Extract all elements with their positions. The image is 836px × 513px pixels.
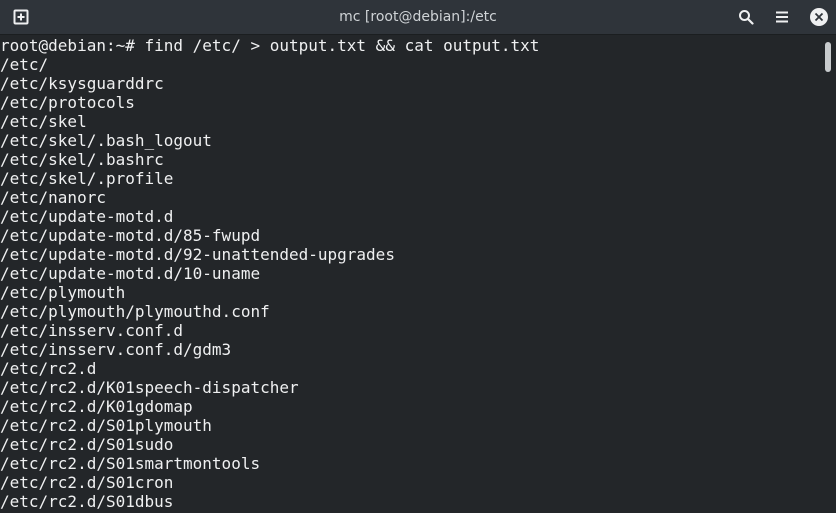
- output-line: /etc/: [0, 55, 49, 74]
- output-line: /etc/rc2.d/K01speech-dispatcher: [0, 378, 299, 397]
- output-line: /etc/nanorc: [0, 188, 106, 207]
- title-bar[interactable]: mc [root@debian]:/etc: [0, 0, 836, 35]
- output-line: /etc/rc2.d/S01dbus: [0, 492, 174, 511]
- scrollbar-thumb[interactable]: [825, 42, 831, 72]
- hamburger-menu-icon[interactable]: [771, 6, 793, 28]
- output-line: /etc/plymouth/plymouthd.conf: [0, 302, 270, 321]
- output-line: /etc/skel/.profile: [0, 169, 174, 188]
- output-line: /etc/rc2.d: [0, 359, 97, 378]
- output-line: /etc/update-motd.d/10-uname: [0, 264, 261, 283]
- window-title: mc [root@debian]:/etc: [339, 9, 497, 25]
- output-line: /etc/rc2.d/S01plymouth: [0, 416, 212, 435]
- close-icon[interactable]: [808, 6, 830, 28]
- output-line: /etc/update-motd.d/92-unattended-upgrade…: [0, 245, 395, 264]
- vertical-scrollbar[interactable]: [820, 36, 836, 513]
- output-line: /etc/update-motd.d/85-fwupd: [0, 226, 261, 245]
- output-line: /etc/plymouth: [0, 283, 126, 302]
- output-line: /etc/rc2.d/S01smartmontools: [0, 454, 261, 473]
- output-line: /etc/skel: [0, 112, 87, 131]
- output-line: /etc/update-motd.d: [0, 207, 174, 226]
- output-line: /etc/rc2.d/S01cron: [0, 473, 174, 492]
- output-line: /etc/ksysguarddrc: [0, 74, 164, 93]
- output-line: /etc/protocols: [0, 93, 135, 112]
- output-line: /etc/rc2.d/K01gdomap: [0, 397, 193, 416]
- search-icon[interactable]: [735, 6, 757, 28]
- output-line: /etc/insserv.conf.d: [0, 321, 184, 340]
- terminal-window: mc [root@debian]:/etc root@debian:~# fin…: [0, 0, 836, 513]
- output-line: /etc/skel/.bash_logout: [0, 131, 212, 150]
- terminal-output[interactable]: root@debian:~# find /etc/ > output.txt &…: [0, 36, 820, 513]
- output-line: /etc/insserv.conf.d/gdm3: [0, 340, 232, 359]
- output-line: /etc/rc2.d/S01sudo: [0, 435, 174, 454]
- output-line: /etc/skel/.bashrc: [0, 150, 164, 169]
- command-prompt-line: root@debian:~# find /etc/ > output.txt &…: [0, 36, 540, 55]
